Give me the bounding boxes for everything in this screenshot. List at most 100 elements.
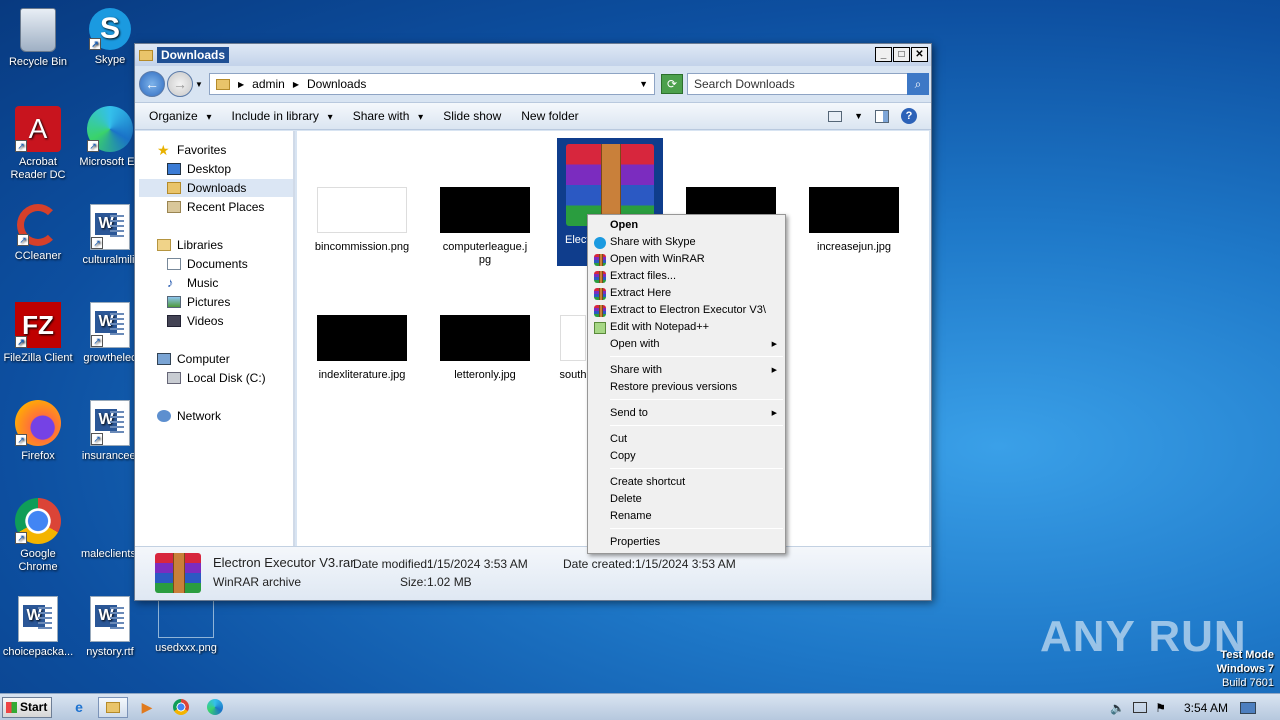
menu-rename[interactable]: Rename [590, 508, 783, 525]
nav-local-disk[interactable]: Local Disk (C:) [167, 369, 266, 387]
media-player-icon[interactable]: ▶ [136, 697, 158, 718]
nav-recent-places[interactable]: Recent Places [167, 198, 264, 216]
nav-label: Network [177, 409, 222, 423]
chrome-icon[interactable] [170, 697, 192, 718]
volume-icon[interactable]: 🔈 [1110, 701, 1125, 715]
include-in-library-button[interactable]: Include in library [232, 109, 333, 123]
file-item[interactable]: letteronly.jpg [430, 315, 540, 382]
file-name: computerleague.jpg [442, 241, 528, 266]
menu-label: Share with Skype [610, 236, 696, 248]
search-icon[interactable]: ⌕ [907, 73, 929, 95]
desktop-icon-usedxxx[interactable]: usedxxx.png [148, 596, 224, 655]
nav-pictures[interactable]: Pictures [167, 293, 230, 311]
close-button[interactable]: ✕ [911, 47, 928, 62]
nav-label: Local Disk (C:) [187, 371, 266, 385]
breadcrumb-downloads[interactable]: Downloads [307, 77, 366, 91]
slide-show-button[interactable]: Slide show [443, 109, 501, 123]
file-item[interactable]: computerleague.jpg [430, 187, 540, 267]
nav-favorites[interactable]: ★ Favorites [157, 141, 226, 159]
menu-delete[interactable]: Delete [590, 491, 783, 508]
menu-share-with-skype[interactable]: Share with Skype [590, 234, 783, 251]
menu-label: Copy [610, 450, 636, 462]
skype-icon [594, 237, 606, 249]
menu-cut[interactable]: Cut [590, 431, 783, 448]
edge-icon[interactable] [204, 697, 226, 718]
show-desktop-icon[interactable] [1240, 701, 1256, 714]
chevron-right-icon[interactable]: ▶ [293, 80, 299, 89]
nav-music[interactable]: ♪ Music [167, 274, 218, 292]
action-center-flag-icon[interactable]: ⚑ [1155, 701, 1166, 715]
build-line: Build 7601 [1222, 677, 1274, 689]
menu-open-with[interactable]: Open with [590, 336, 783, 353]
address-dropdown-icon[interactable]: ▼ [639, 79, 648, 89]
share-with-button[interactable]: Share with [353, 109, 424, 123]
network-tray-icon[interactable] [1133, 702, 1148, 713]
desktop-icon-choicepacka[interactable]: choicepacka... [0, 596, 76, 659]
nav-documents[interactable]: Documents [167, 255, 248, 273]
file-item[interactable]: increasejun.jpg [799, 187, 909, 254]
chevron-right-icon[interactable]: ▶ [238, 80, 244, 89]
help-icon[interactable]: ? [901, 108, 917, 124]
menu-open-with-winrar[interactable]: Open with WinRAR [590, 251, 783, 268]
clock[interactable]: 3:54 AM [1184, 701, 1228, 715]
desktop-icon-filezilla[interactable]: FZ ↗ FileZilla Client [0, 302, 76, 365]
explorer-taskbar-icon[interactable] [98, 697, 128, 718]
breadcrumb-admin[interactable]: admin [252, 77, 285, 91]
menu-properties[interactable]: Properties [590, 534, 783, 551]
back-button[interactable]: ← [139, 71, 165, 97]
address-bar[interactable]: ▶ admin ▶ Downloads ▼ [209, 73, 655, 95]
nav-videos[interactable]: Videos [167, 312, 223, 330]
menu-extract-to[interactable]: Extract to Electron Executor V3\ [590, 302, 783, 319]
nav-desktop[interactable]: Desktop [167, 160, 231, 178]
minimize-button[interactable]: _ [875, 47, 892, 62]
file-item[interactable]: indexliterature.jpg [307, 315, 417, 382]
forward-button[interactable]: → [167, 71, 193, 97]
desktop-icon-nystory[interactable]: nystory.rtf [72, 596, 148, 659]
maximize-button[interactable]: □ [893, 47, 910, 62]
menu-label: Extract Here [610, 287, 672, 299]
start-button[interactable]: Start [2, 697, 52, 718]
desktop-icon-ccleaner[interactable]: ↗ CCleaner [0, 204, 76, 263]
internet-explorer-icon[interactable]: e [68, 697, 90, 718]
menu-separator [610, 356, 783, 357]
new-folder-button[interactable]: New folder [521, 109, 578, 123]
menu-restore-previous-versions[interactable]: Restore previous versions [590, 379, 783, 396]
shortcut-arrow-icon: ↗ [15, 532, 27, 544]
shortcut-arrow-icon: ↗ [89, 38, 101, 50]
nav-libraries[interactable]: Libraries [157, 236, 223, 254]
menu-label: Create shortcut [610, 476, 686, 488]
organize-button[interactable]: Organize [149, 109, 212, 123]
desktop-icon-acrobat[interactable]: A ↗ Acrobat Reader DC [0, 106, 76, 182]
word-document-icon: ↗ [90, 400, 130, 446]
menu-copy[interactable]: Copy [590, 448, 783, 465]
menu-create-shortcut[interactable]: Create shortcut [590, 474, 783, 491]
menu-open[interactable]: Open [590, 217, 783, 234]
file-item[interactable]: bincommission.png [307, 187, 417, 254]
edge-icon: ↗ [87, 106, 133, 152]
shortcut-arrow-icon: ↗ [87, 140, 99, 152]
menu-extract-files[interactable]: Extract files... [590, 268, 783, 285]
nav-label: Pictures [187, 295, 231, 309]
title-bar[interactable]: Downloads _ □ ✕ [135, 44, 931, 66]
file-thumbnail [317, 187, 407, 233]
nav-computer[interactable]: Computer [157, 350, 230, 368]
desktop-icon-chrome[interactable]: ↗ Google Chrome [0, 498, 76, 574]
nav-network[interactable]: Network [157, 407, 221, 425]
shortcut-arrow-icon: ↗ [15, 140, 27, 152]
menu-extract-here[interactable]: Extract Here [590, 285, 783, 302]
menu-send-to[interactable]: Send to [590, 405, 783, 422]
menu-edit-with-notepad[interactable]: Edit with Notepad++ [590, 319, 783, 336]
refresh-button[interactable]: ⟳ [661, 74, 683, 94]
menu-label: Delete [610, 493, 642, 505]
recent-pages-dropdown-icon[interactable]: ▼ [195, 80, 203, 89]
view-dropdown-icon[interactable]: ▼ [854, 111, 863, 121]
menu-share-with[interactable]: Share with [590, 362, 783, 379]
preview-pane-icon[interactable] [875, 109, 889, 123]
nav-downloads[interactable]: Downloads [139, 179, 293, 197]
desktop-icon-label: usedxxx.png [155, 642, 217, 654]
ccleaner-icon: ↗ [17, 204, 59, 246]
change-view-icon[interactable] [828, 110, 843, 122]
desktop-icon-firefox[interactable]: ↗ Firefox [0, 400, 76, 463]
search-input[interactable]: Search Downloads ⌕ [687, 73, 929, 95]
desktop-icon-recycle-bin[interactable]: Recycle Bin [0, 8, 76, 69]
